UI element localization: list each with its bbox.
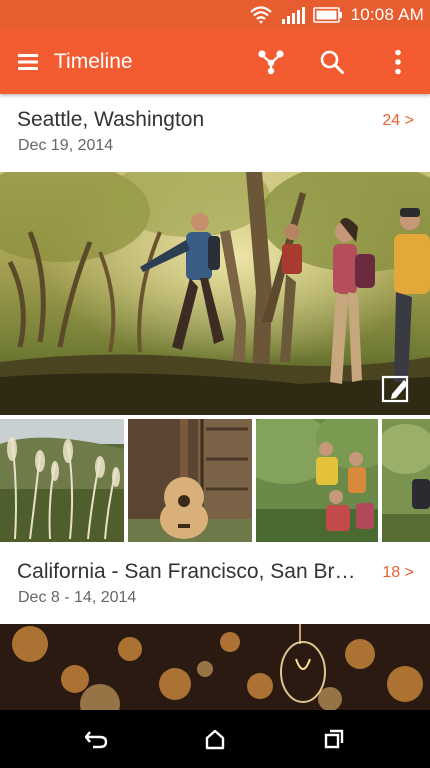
bokeh-lightbulb-photo-image <box>0 624 430 710</box>
event-title: Seattle, Washington <box>17 108 205 131</box>
status-icons: 10:08 AM <box>249 0 424 30</box>
share-button[interactable] <box>251 42 291 82</box>
recents-icon <box>324 729 344 749</box>
hero-photo[interactable] <box>0 624 430 710</box>
event-date: Dec 19, 2014 <box>18 137 114 154</box>
event-header[interactable]: Seattle, Washington Dec 19, 2014 24 > <box>0 94 430 172</box>
home-button[interactable] <box>195 719 235 759</box>
status-bar: 10:08 AM <box>0 0 430 30</box>
search-icon <box>320 50 344 74</box>
battery-icon <box>312 7 342 23</box>
home-icon <box>205 729 225 750</box>
event-photo-count[interactable]: 18 > <box>382 564 414 582</box>
wifi-icon <box>249 6 272 24</box>
grass-photo-image <box>0 419 124 542</box>
navigation-bar <box>0 710 430 768</box>
app-title: Timeline <box>54 50 133 73</box>
menu-icon <box>18 54 38 70</box>
recents-button[interactable] <box>314 719 354 759</box>
hikers-photo-image <box>256 419 378 542</box>
search-button[interactable] <box>312 42 352 82</box>
more-vert-icon <box>395 49 401 75</box>
signal-icon <box>281 7 305 24</box>
status-time: 10:08 AM <box>350 5 424 24</box>
thumbnail-photo[interactable] <box>382 419 430 542</box>
menu-button[interactable] <box>10 42 46 82</box>
hero-photo[interactable] <box>0 172 430 415</box>
event-title: California - San Francisco, San Brun... <box>17 560 367 583</box>
guitar-photo-image <box>128 419 252 542</box>
back-icon <box>84 731 108 749</box>
event-header[interactable]: California - San Francisco, San Brun... … <box>0 546 430 624</box>
timeline-feed[interactable]: Seattle, Washington Dec 19, 2014 24 > Ca… <box>0 94 430 710</box>
back-button[interactable] <box>76 719 116 759</box>
event-photo-count[interactable]: 24 > <box>382 112 414 130</box>
thumbnail-photo[interactable] <box>0 419 124 542</box>
thumbnail-photo[interactable] <box>256 419 378 542</box>
thumbnail-photo[interactable] <box>128 419 252 542</box>
event-date: Dec 8 - 14, 2014 <box>18 589 137 606</box>
partial-photo-image <box>382 419 430 542</box>
hero-photo-image <box>0 172 430 415</box>
app-bar: Timeline <box>0 30 430 94</box>
share-icon <box>258 50 284 75</box>
more-options-button[interactable] <box>378 42 418 82</box>
